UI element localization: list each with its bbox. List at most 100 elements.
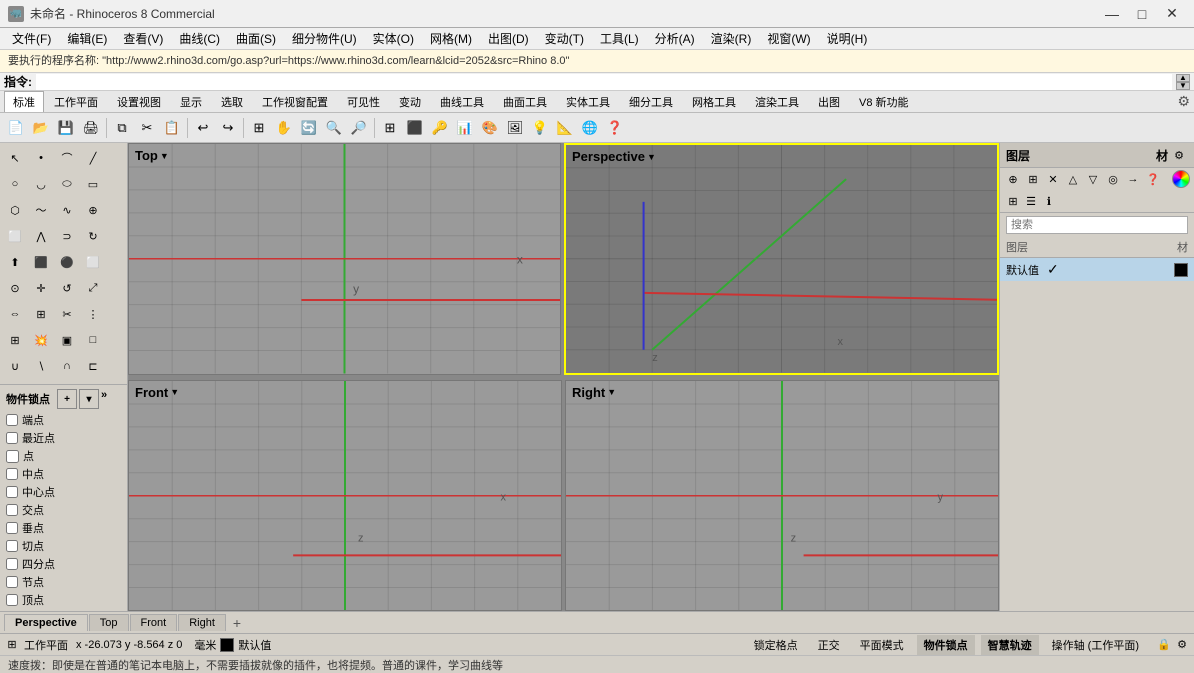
menu-tools[interactable]: 工具(L) xyxy=(592,28,647,49)
grid-lock-btn[interactable]: 锁定格点 xyxy=(747,635,805,655)
ortho-btn[interactable]: 正交 xyxy=(811,635,847,655)
osnap-knot[interactable]: 节点 xyxy=(2,573,125,591)
menu-edit[interactable]: 编辑(E) xyxy=(59,28,115,49)
color-swatch[interactable] xyxy=(220,638,234,652)
vp-tab-front[interactable]: Front xyxy=(130,614,178,631)
offset-tool[interactable]: ⊏ xyxy=(81,354,105,378)
undo-button[interactable]: ↩ xyxy=(191,116,215,140)
vp-tab-add[interactable]: + xyxy=(227,613,247,633)
point-tool[interactable]: • xyxy=(29,146,53,170)
zoom-in-button[interactable]: 🔍 xyxy=(322,116,346,140)
menu-subd[interactable]: 细分物件(U) xyxy=(284,28,365,49)
list-view-btn[interactable]: ☰ xyxy=(1022,192,1040,210)
save-button[interactable]: 💾 xyxy=(54,116,78,140)
viewport-perspective-label[interactable]: Perspective ▼ xyxy=(572,149,656,164)
tab-render-tools[interactable]: 渲染工具 xyxy=(746,91,808,113)
extrude-tool[interactable]: ⬆ xyxy=(3,250,27,274)
info-btn[interactable]: ℹ xyxy=(1040,192,1058,210)
osnap-midpoint[interactable]: 中点 xyxy=(2,465,125,483)
line-tool[interactable]: ╱ xyxy=(81,146,105,170)
circle-tool[interactable]: ○ xyxy=(3,172,27,196)
boolean-union-tool[interactable]: ∪ xyxy=(3,354,27,378)
menu-transform[interactable]: 变动(T) xyxy=(537,28,592,49)
osnap-tan[interactable]: 切点 xyxy=(2,537,125,555)
split-tool[interactable]: ⋮ xyxy=(81,302,105,326)
viewport-top[interactable]: y x Top ▼ xyxy=(128,143,561,375)
paste-button[interactable]: 📋 xyxy=(160,116,184,140)
polygon-tool[interactable]: ⬡ xyxy=(3,198,27,222)
menu-solid[interactable]: 实体(O) xyxy=(365,28,422,49)
rotate-view-button[interactable]: 🔄 xyxy=(297,116,321,140)
tab-solid-tools[interactable]: 实体工具 xyxy=(557,91,619,113)
toolbar-settings-icon[interactable]: ⚙ xyxy=(1177,93,1190,110)
osnap-expand-btn[interactable]: » xyxy=(101,389,121,409)
dim-button[interactable]: 📐 xyxy=(553,116,577,140)
osnap-btn[interactable]: 物件锁点 xyxy=(917,635,975,655)
viewport-perspective[interactable]: z x Perspective ▼ xyxy=(564,143,999,375)
box-tool[interactable]: ⬛ xyxy=(29,250,53,274)
ellipse-tool[interactable]: ⬭ xyxy=(55,172,79,196)
osnap-midpoint-cb[interactable] xyxy=(6,468,18,480)
menu-curve[interactable]: 曲线(C) xyxy=(171,28,228,49)
rect-tool[interactable]: ▭ xyxy=(81,172,105,196)
layer-default-color[interactable] xyxy=(1174,263,1188,277)
new-sublayer-btn[interactable]: ⊞ xyxy=(1024,170,1042,188)
tab-layout[interactable]: 出图 xyxy=(809,91,849,113)
copy-button[interactable]: ⧉ xyxy=(110,116,134,140)
gumball-tool[interactable]: ⊙ xyxy=(3,276,27,300)
zoom-ext-button[interactable]: ⊞ xyxy=(247,116,271,140)
osnap-endpoint-cb[interactable] xyxy=(6,414,18,426)
maximize-button[interactable]: □ xyxy=(1128,4,1156,24)
tab-transform[interactable]: 变动 xyxy=(390,91,430,113)
menu-view[interactable]: 查看(V) xyxy=(115,28,171,49)
grid-button[interactable]: ⊞ xyxy=(378,116,402,140)
menu-analyze[interactable]: 分析(A) xyxy=(647,28,703,49)
tab-select[interactable]: 选取 xyxy=(212,91,252,113)
menu-layout[interactable]: 出图(D) xyxy=(480,28,537,49)
pan-button[interactable]: ✋ xyxy=(272,116,296,140)
surface-tool[interactable]: ⬜ xyxy=(3,224,27,248)
tab-vpconfig[interactable]: 工作视窗配置 xyxy=(253,91,337,113)
object-props-button[interactable]: 🔑 xyxy=(428,116,452,140)
smarttrack-btn[interactable]: 智慧轨迹 xyxy=(981,635,1039,655)
zoom-out-button[interactable]: 🔎 xyxy=(347,116,371,140)
tab-setview[interactable]: 设置视图 xyxy=(108,91,170,113)
cylinder-tool[interactable]: ⬜ xyxy=(81,250,105,274)
vp-tab-top[interactable]: Top xyxy=(89,614,129,631)
new-button[interactable]: 📄 xyxy=(4,116,28,140)
osnap-point[interactable]: 点 xyxy=(2,447,125,465)
tab-curve-tools[interactable]: 曲线工具 xyxy=(431,91,493,113)
workplane-icon[interactable]: ⊞ xyxy=(4,637,20,653)
redo-button[interactable]: ↪ xyxy=(216,116,240,140)
boolean-diff-tool[interactable]: ∖ xyxy=(29,354,53,378)
move-up-btn[interactable]: △ xyxy=(1064,170,1082,188)
tab-standard[interactable]: 标准 xyxy=(4,91,44,113)
osnap-center[interactable]: 中心点 xyxy=(2,483,125,501)
menu-surface[interactable]: 曲面(S) xyxy=(228,28,284,49)
move-tool[interactable]: ✛ xyxy=(29,276,53,300)
control-pt-tool[interactable]: ⊕ xyxy=(81,198,105,222)
settings-icon-right[interactable]: ⚙ xyxy=(1174,637,1190,653)
loft-tool[interactable]: ⋀ xyxy=(29,224,53,248)
move-down-btn[interactable]: ▽ xyxy=(1084,170,1102,188)
osnap-center-cb[interactable] xyxy=(6,486,18,498)
help-button[interactable]: ❓ xyxy=(603,116,627,140)
osnap-nearpoint-cb[interactable] xyxy=(6,432,18,444)
cut-button[interactable]: ✂ xyxy=(135,116,159,140)
select-objects-btn[interactable]: ◎ xyxy=(1104,170,1122,188)
open-button[interactable]: 📂 xyxy=(29,116,53,140)
tab-subd-tools[interactable]: 细分工具 xyxy=(620,91,682,113)
arc-tool[interactable]: ◡ xyxy=(29,172,53,196)
osnap-point-cb[interactable] xyxy=(6,450,19,463)
menu-panels[interactable]: 视窗(W) xyxy=(759,28,818,49)
sphere-tool[interactable]: ⚫ xyxy=(55,250,79,274)
osnap-vertex-cb[interactable] xyxy=(6,594,18,606)
spline-tool[interactable]: ∿ xyxy=(55,198,79,222)
layer-item-default[interactable]: 默认值 ✓ xyxy=(1000,258,1194,281)
osnap-add-btn[interactable]: + xyxy=(57,389,77,409)
material-button[interactable]: 🎨 xyxy=(478,116,502,140)
viewport-right[interactable]: z y Right ▼ xyxy=(565,380,999,612)
vp-tab-right[interactable]: Right xyxy=(178,614,226,631)
trim-tool[interactable]: ✂ xyxy=(55,302,79,326)
vp-tab-perspective[interactable]: Perspective xyxy=(4,614,88,631)
